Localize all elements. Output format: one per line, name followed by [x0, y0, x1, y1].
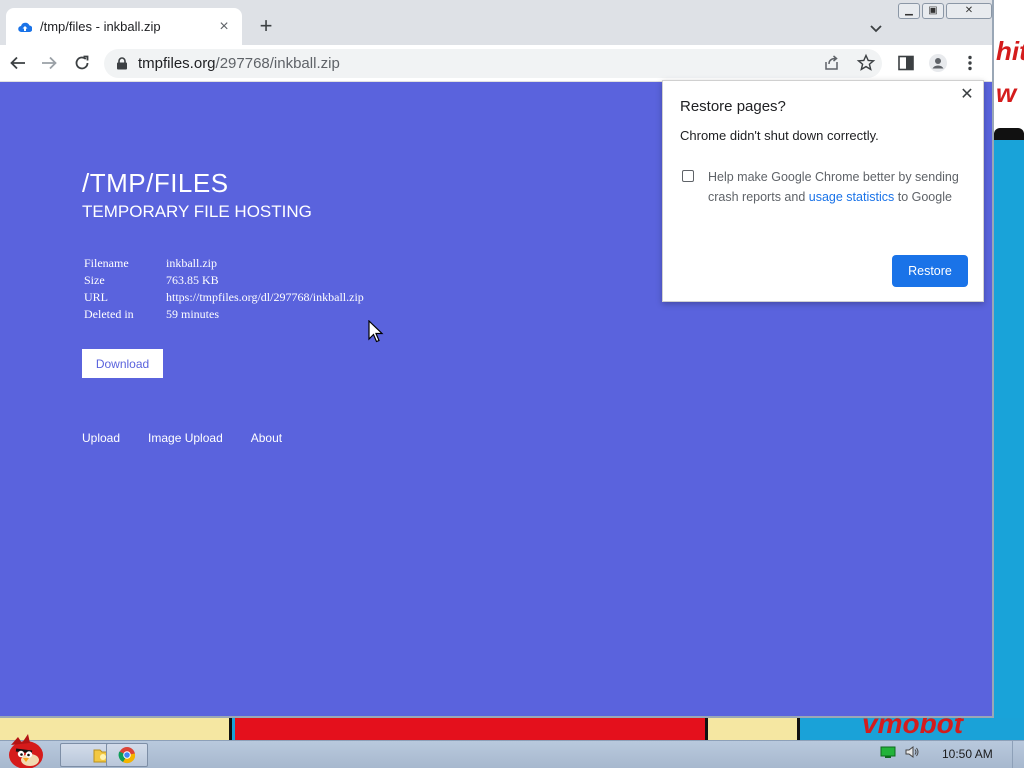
info-key: Size	[84, 273, 105, 287]
system-tray	[880, 745, 920, 759]
new-tab-button[interactable]: +	[255, 15, 277, 37]
start-button-icon[interactable]	[2, 731, 50, 768]
download-button[interactable]: Download	[82, 349, 163, 378]
chevron-down-icon[interactable]	[866, 18, 886, 38]
crash-report-label: Help make Google Chrome better by sendin…	[708, 167, 968, 207]
wallpaper-panel	[705, 718, 800, 740]
close-window-button[interactable]: ✕	[946, 3, 992, 19]
page-title: /TMP/FILES	[82, 168, 229, 198]
lock-icon	[117, 57, 127, 70]
table-row: Deleted in 59 minutes	[84, 307, 364, 324]
footer-nav: Upload Image Upload About	[82, 431, 282, 445]
minimize-button[interactable]: ▁	[898, 3, 920, 19]
table-row: URL https://tmpfiles.org/dl/297768/inkbal…	[84, 290, 364, 307]
page-subtitle: TEMPORARY FILE HOSTING	[82, 202, 312, 221]
desktop-wallpaper-bottom: vmobot	[0, 718, 1024, 740]
volume-icon[interactable]	[904, 745, 920, 759]
crash-report-checkbox[interactable]	[682, 170, 694, 182]
browser-toolbar: tmpfiles.org/297768/inkball.zip	[0, 45, 992, 82]
url-path: /297768/inkball.zip	[215, 55, 340, 72]
forward-button[interactable]	[37, 51, 61, 75]
image-upload-link[interactable]: Image Upload	[148, 431, 223, 445]
info-key: URL	[84, 290, 108, 304]
tab-strip: /tmp/files - inkball.zip × + ▁ ▣ ✕	[0, 0, 992, 45]
kebab-menu-icon[interactable]	[960, 53, 980, 73]
cloud-upload-icon	[18, 20, 32, 34]
url-host: tmpfiles.org	[138, 55, 216, 72]
restore-pages-dialog: Restore pages? ✕ Chrome didn't shut down…	[662, 80, 984, 302]
share-icon[interactable]	[822, 53, 842, 73]
tab-active[interactable]: /tmp/files - inkball.zip ×	[6, 8, 242, 45]
info-key: Deleted in	[84, 307, 134, 321]
profile-avatar-icon[interactable]	[928, 53, 948, 73]
file-info-table: Filename inkball.zip Size 763.85 KB URL htt…	[84, 256, 364, 324]
close-tab-icon[interactable]: ×	[216, 18, 232, 35]
network-icon[interactable]	[880, 745, 896, 759]
wallpaper-strip	[994, 140, 1024, 740]
url-text: tmpfiles.org/297768/inkball.zip	[138, 55, 340, 72]
address-bar[interactable]: tmpfiles.org/297768/inkball.zip	[104, 49, 882, 78]
taskbar-clock[interactable]: 10:50 AM	[942, 747, 993, 761]
usage-statistics-link[interactable]: usage statistics	[809, 190, 894, 204]
info-key: Filename	[84, 256, 129, 270]
reload-icon	[75, 55, 89, 70]
reload-button[interactable]	[70, 51, 94, 75]
mouse-cursor-icon	[368, 320, 384, 343]
window-controls: ▁ ▣ ✕	[898, 3, 992, 19]
restore-button[interactable]: Restore	[892, 255, 968, 287]
help-suffix: to Google	[897, 190, 952, 204]
info-value: 59 minutes	[166, 307, 219, 321]
chrome-icon	[118, 747, 136, 764]
info-value[interactable]: https://tmpfiles.org/dl/297768/inkball.z…	[166, 290, 364, 307]
about-link[interactable]: About	[251, 431, 282, 445]
taskbar-chrome-button[interactable]	[106, 743, 148, 767]
show-desktop-button[interactable]	[1012, 741, 1024, 768]
dialog-title: Restore pages?	[680, 98, 786, 115]
arrow-right-icon	[42, 56, 57, 70]
info-value: 763.85 KB	[166, 273, 219, 287]
tab-title: /tmp/files - inkball.zip	[40, 19, 161, 34]
wallpaper-panel	[235, 718, 705, 740]
upload-link[interactable]: Upload	[82, 431, 120, 445]
info-value: inkball.zip	[166, 256, 217, 270]
star-icon[interactable]	[856, 53, 876, 73]
side-panel-icon[interactable]	[896, 53, 916, 73]
arrow-left-icon	[10, 56, 25, 70]
wallpaper-text: hitw	[996, 36, 1024, 108]
table-row: Size 763.85 KB	[84, 273, 364, 290]
maximize-button[interactable]: ▣	[922, 3, 944, 19]
close-icon[interactable]: ✕	[959, 87, 975, 103]
dialog-message: Chrome didn't shut down correctly.	[680, 128, 879, 143]
wallpaper-text: vmobot	[862, 718, 964, 739]
table-row: Filename inkball.zip	[84, 256, 364, 273]
browser-window: /tmp/files - inkball.zip × + ▁ ▣ ✕ tmpfi…	[0, 0, 994, 718]
taskbar: 10:50 AM	[0, 734, 1024, 768]
desktop-wallpaper-right: hitw	[994, 0, 1024, 740]
back-button[interactable]	[6, 51, 30, 75]
